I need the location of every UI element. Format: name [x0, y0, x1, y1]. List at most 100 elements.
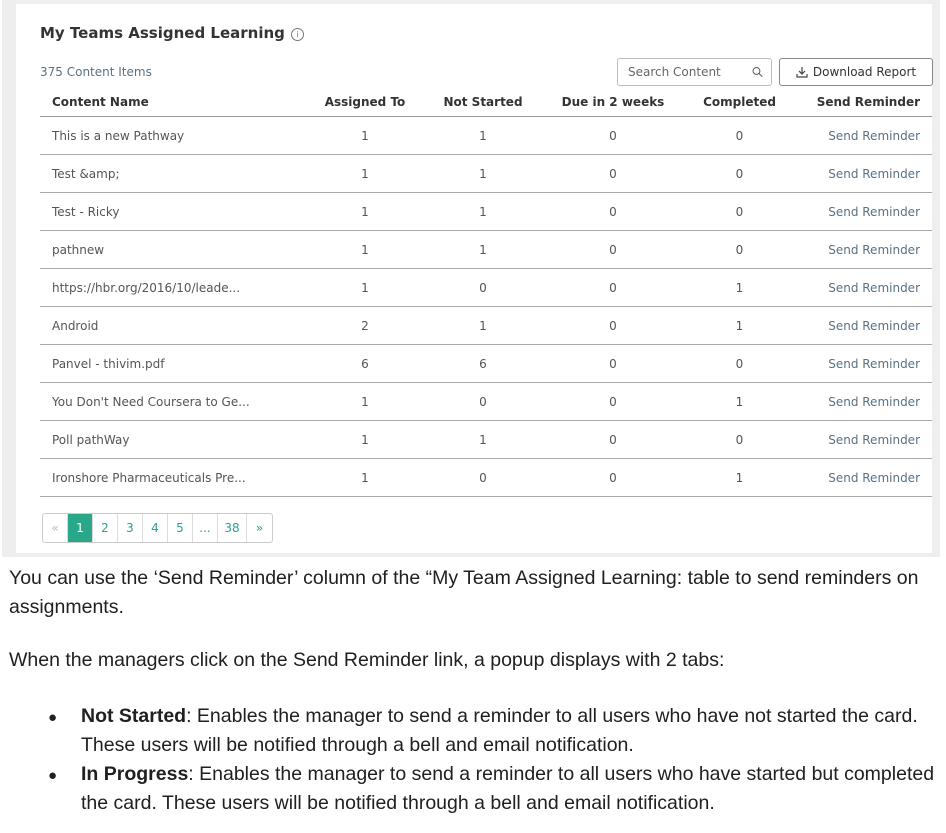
due-cell: 0 — [543, 420, 683, 459]
search-input[interactable] — [626, 64, 748, 80]
due-cell: 0 — [543, 382, 683, 421]
assigned-to-cell: 6 — [307, 344, 423, 383]
doc-paragraph-2: When the managers click on the Send Remi… — [9, 649, 725, 671]
pagination-ellipsis[interactable]: ... — [193, 514, 218, 542]
send-reminder-link[interactable]: Send Reminder — [796, 420, 932, 459]
send-reminder-link[interactable]: Send Reminder — [796, 306, 932, 345]
not-started-cell: 1 — [423, 306, 543, 345]
not-started-cell: 6 — [423, 344, 543, 383]
header-completed[interactable]: Completed — [683, 88, 796, 117]
pagination-next-button[interactable]: » — [247, 514, 272, 542]
header-send-reminder: Send Reminder — [796, 88, 932, 117]
table-row: Test - Ricky 1 1 0 0 Send Reminder — [40, 192, 932, 231]
info-circle-icon[interactable]: i — [290, 27, 304, 41]
not-started-cell: 0 — [423, 268, 543, 307]
pagination-prev-button[interactable]: « — [43, 514, 68, 542]
due-cell: 0 — [543, 192, 683, 231]
completed-cell: 0 — [683, 192, 796, 231]
header-assigned-to[interactable]: Assigned To — [307, 88, 423, 117]
completed-cell: 1 — [683, 306, 796, 345]
content-name-cell: You Don't Need Coursera to Ge... — [40, 382, 307, 421]
send-reminder-link[interactable]: Send Reminder — [796, 192, 932, 231]
completed-cell: 1 — [683, 382, 796, 421]
due-cell: 0 — [543, 230, 683, 269]
list-item: ● In Progress: Enables the manager to se… — [48, 760, 943, 818]
due-cell: 0 — [543, 268, 683, 307]
content-name-cell: Ironshore Pharmaceuticals Pre... — [40, 458, 307, 497]
assigned-to-cell: 1 — [307, 116, 423, 155]
header-due-in-2-weeks[interactable]: Due in 2 weeks — [543, 88, 683, 117]
send-reminder-link[interactable]: Send Reminder — [796, 116, 932, 155]
table-row: pathnew 1 1 0 0 Send Reminder — [40, 230, 932, 269]
due-cell: 0 — [543, 306, 683, 345]
list-item: ● Not Started: Enables the manager to se… — [48, 702, 943, 760]
content-count: 375 Content Items — [40, 65, 152, 79]
table-row: Android 2 1 0 1 Send Reminder — [40, 306, 932, 345]
content-name-cell: Poll pathWay — [40, 420, 307, 459]
download-report-label: Download Report — [812, 65, 917, 79]
completed-cell: 0 — [683, 154, 796, 193]
not-started-cell: 1 — [423, 192, 543, 231]
assigned-to-cell: 2 — [307, 306, 423, 345]
not-started-cell: 1 — [423, 420, 543, 459]
pagination-page-38[interactable]: 38 — [218, 514, 247, 542]
content-name-cell: Test - Ricky — [40, 192, 307, 231]
send-reminder-link[interactable]: Send Reminder — [796, 344, 932, 383]
table-row: This is a new Pathway 1 1 0 0 Send Remin… — [40, 116, 932, 155]
header-not-started[interactable]: Not Started — [423, 88, 543, 117]
doc-paragraph-1: You can use the ‘Send Reminder’ column o… — [9, 567, 919, 618]
bullet-dot: ● — [48, 767, 58, 784]
assigned-to-cell: 1 — [307, 382, 423, 421]
content-name-cell: Panvel - thivim.pdf — [40, 344, 307, 383]
due-cell: 0 — [543, 116, 683, 155]
download-icon — [796, 67, 808, 78]
table-row: You Don't Need Coursera to Ge... 1 0 0 1… — [40, 382, 932, 421]
header-content-name[interactable]: Content Name — [40, 88, 307, 117]
completed-cell: 0 — [683, 116, 796, 155]
pagination: « 1 2 3 4 5 ... 38 » — [42, 513, 273, 543]
pagination-page-5[interactable]: 5 — [168, 514, 193, 542]
not-started-cell: 1 — [423, 116, 543, 155]
send-reminder-link[interactable]: Send Reminder — [796, 230, 932, 269]
assigned-to-cell: 1 — [307, 230, 423, 269]
table-row: Ironshore Pharmaceuticals Pre... 1 0 0 1… — [40, 458, 932, 497]
panel-header: My Teams Assigned Learning i — [40, 24, 304, 42]
download-report-button[interactable]: Download Report — [779, 58, 933, 86]
completed-cell: 1 — [683, 458, 796, 497]
content-name-cell: Test &amp; — [40, 154, 307, 193]
assigned-learning-panel: My Teams Assigned Learning i 375 Content… — [16, 4, 933, 553]
due-cell: 0 — [543, 458, 683, 497]
assigned-to-cell: 1 — [307, 154, 423, 193]
content-name-cell: https://hbr.org/2016/10/leade... — [40, 268, 307, 307]
assigned-to-cell: 1 — [307, 268, 423, 307]
bullet-text: : Enables the manager to send a reminder… — [81, 705, 918, 756]
search-box[interactable] — [617, 58, 772, 86]
completed-cell: 0 — [683, 344, 796, 383]
due-cell: 0 — [543, 344, 683, 383]
bullet-text: : Enables the manager to send a reminder… — [81, 763, 935, 814]
assigned-to-cell: 1 — [307, 192, 423, 231]
table-header-row: Content Name Assigned To Not Started Due… — [40, 88, 932, 117]
send-reminder-link[interactable]: Send Reminder — [796, 382, 932, 421]
completed-cell: 0 — [683, 420, 796, 459]
send-reminder-link[interactable]: Send Reminder — [796, 268, 932, 307]
pagination-page-4[interactable]: 4 — [143, 514, 168, 542]
screenshot-frame: My Teams Assigned Learning i 375 Content… — [2, 0, 940, 557]
not-started-cell: 1 — [423, 154, 543, 193]
content-name-cell: This is a new Pathway — [40, 116, 307, 155]
table-row: https://hbr.org/2016/10/leade... 1 0 0 1… — [40, 268, 932, 307]
assigned-to-cell: 1 — [307, 420, 423, 459]
send-reminder-link[interactable]: Send Reminder — [796, 154, 932, 193]
doc-bullet-list: ● Not Started: Enables the manager to se… — [48, 702, 943, 818]
content-name-cell: pathnew — [40, 230, 307, 269]
pagination-page-2[interactable]: 2 — [93, 514, 118, 542]
panel-title: My Teams Assigned Learning — [40, 24, 285, 42]
search-icon[interactable] — [752, 64, 763, 80]
pagination-page-3[interactable]: 3 — [118, 514, 143, 542]
assigned-learning-table: Content Name Assigned To Not Started Due… — [40, 88, 932, 497]
bullet-term: In Progress — [81, 763, 189, 785]
pagination-page-1[interactable]: 1 — [68, 514, 93, 542]
due-cell: 0 — [543, 154, 683, 193]
send-reminder-link[interactable]: Send Reminder — [796, 458, 932, 497]
table-row: Panvel - thivim.pdf 6 6 0 0 Send Reminde… — [40, 344, 932, 383]
